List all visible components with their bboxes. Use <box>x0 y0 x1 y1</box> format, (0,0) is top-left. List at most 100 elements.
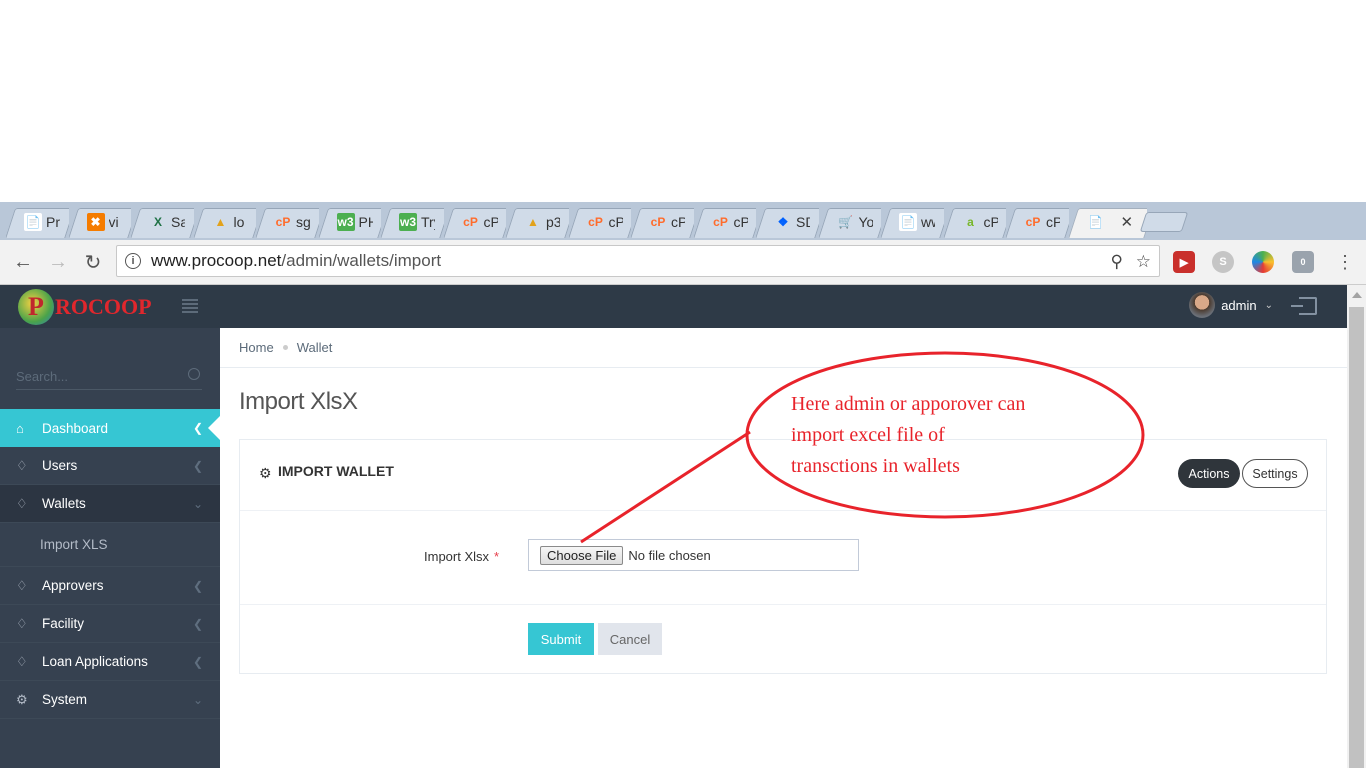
star-icon[interactable]: ☆ <box>1136 252 1151 272</box>
scroll-up-icon[interactable] <box>1352 292 1362 298</box>
tab-title: lo <box>233 214 245 230</box>
actions-button[interactable]: Actions <box>1178 459 1240 488</box>
sidebar-item-system[interactable]: ⚙ System ⌄ <box>0 681 220 719</box>
sidebar-item-approvers[interactable]: ♢ Approvers ❮ <box>0 567 220 605</box>
sidebar-item-loan-applications[interactable]: ♢ Loan Applications ❮ <box>0 643 220 681</box>
settings-button[interactable]: Settings <box>1242 459 1308 488</box>
app: P ROCOOP admin ⌄ Search... ⌂ Dashboard ❮ <box>0 285 1347 768</box>
browser-tab[interactable]: a cP <box>944 206 1007 238</box>
menu-toggle-icon[interactable] <box>182 299 198 313</box>
info-icon[interactable]: i <box>125 253 141 269</box>
extension-red-icon[interactable]: ▶ <box>1173 251 1195 273</box>
forward-icon[interactable]: → <box>45 250 71 274</box>
browser-tab[interactable]: cP sg <box>256 206 319 238</box>
form-row-import: Import Xlsx * Choose File No file chosen <box>240 511 1326 605</box>
portlet-title: IMPORT WALLET <box>278 463 394 479</box>
avatar <box>1189 292 1216 318</box>
cpanel-icon: cP <box>275 215 291 229</box>
vertical-scrollbar[interactable] <box>1347 285 1366 768</box>
portlet-header: ⚙ IMPORT WALLET Actions Settings <box>240 440 1326 511</box>
submit-button[interactable]: Submit <box>528 623 594 655</box>
browser-tab[interactable]: cP cP <box>444 206 507 238</box>
chevron-left-icon: ❮ <box>192 421 203 435</box>
browser-tab[interactable]: cP cP <box>569 206 632 238</box>
browser-tab[interactable]: w3 Try <box>381 206 444 238</box>
phpmyadmin-icon: ▲ <box>214 215 227 229</box>
browser-tab[interactable]: 📄ww <box>881 206 944 238</box>
annotation-line: import excel file of <box>791 424 945 446</box>
browser-tab[interactable]: cP cP <box>1006 206 1069 238</box>
sidebar-item-label: Dashboard <box>42 420 109 436</box>
back-icon[interactable]: ← <box>10 250 36 274</box>
user-menu[interactable]: admin ⌄ <box>1189 292 1273 318</box>
puzzle-icon[interactable]: 0 <box>1292 251 1314 273</box>
sidebar-item-dashboard[interactable]: ⌂ Dashboard ❮ <box>0 409 220 447</box>
chrome-extension-icon[interactable] <box>1252 251 1274 273</box>
cpanel-icon: cP <box>1025 215 1041 229</box>
gear-icon: ⚙ <box>16 691 28 707</box>
gear-icon: ⚙ <box>259 465 272 481</box>
tab-title: cP <box>671 214 685 230</box>
chevron-left-icon: ❮ <box>192 655 203 669</box>
w3schools-icon: w3 <box>399 213 417 231</box>
search-icon[interactable] <box>188 368 200 380</box>
tab-title: Sa <box>171 214 185 230</box>
zoom-icon[interactable]: ⚲ <box>1111 252 1123 272</box>
chevron-down-icon: ⌄ <box>1264 299 1273 311</box>
sidebar-item-label: Import XLS <box>40 537 108 552</box>
logo[interactable]: P ROCOOP <box>18 289 152 325</box>
browser-tab-active[interactable]: 📄 ✕ <box>1069 206 1147 238</box>
tab-title: p3 <box>546 214 560 230</box>
logo-mark: P <box>18 289 54 325</box>
browser-tab[interactable]: ▲ lo <box>194 206 257 238</box>
sidebar-item-label: Approvers <box>42 578 104 593</box>
cancel-button[interactable]: Cancel <box>598 623 662 655</box>
browser-tab[interactable]: X Sa <box>131 206 194 238</box>
browser-toolbar: ← → ↻ i www.procoop.net/admin/wallets/im… <box>0 240 1366 285</box>
skype-icon[interactable]: S <box>1212 251 1234 273</box>
sidebar-menu: ⌂ Dashboard ❮ ♢ Users ❮ ♢ Wallets ⌄ Impo… <box>0 409 220 719</box>
browser-tab[interactable]: w3PH <box>319 206 382 238</box>
screen: 📄Pr✖viXSa▲locPsgw3PHw3TrycPcP▲p3cPcPcPcP… <box>0 0 1366 768</box>
menu-kebab-icon[interactable]: ⋮ <box>1332 250 1358 274</box>
file-input[interactable]: Choose File No file chosen <box>528 539 859 571</box>
chevron-left-icon: ❮ <box>192 617 203 631</box>
document-icon: 📄 <box>899 213 917 231</box>
logout-icon[interactable] <box>1291 297 1317 315</box>
tab-title: cP <box>1046 214 1060 230</box>
sidebar: Search... ⌂ Dashboard ❮ ♢ Users ❮ ♢ Wall… <box>0 328 220 768</box>
user-name: admin <box>1221 297 1257 313</box>
browser-tab[interactable]: cP cP <box>694 206 757 238</box>
sidebar-item-wallets[interactable]: ♢ Wallets ⌄ <box>0 485 220 523</box>
browser-tab[interactable]: ✖ vi <box>69 206 132 238</box>
sidebar-item-facility[interactable]: ♢ Facility ❮ <box>0 605 220 643</box>
diamond-icon: ♢ <box>16 653 28 669</box>
browser-tab[interactable]: 📄 Pr <box>6 206 69 238</box>
breadcrumb-separator <box>282 345 288 350</box>
new-tab-button[interactable] <box>1139 212 1189 232</box>
tab-title: PH <box>358 214 373 230</box>
browser-tab[interactable]: ❖ SD <box>756 206 819 238</box>
browser-tab[interactable]: 🛒 Yo <box>819 206 882 238</box>
browser-tab[interactable]: cP cP <box>631 206 694 238</box>
tab-title: cP <box>733 214 748 230</box>
annotation-line: transctions in wallets <box>791 455 960 477</box>
scrollbar-thumb[interactable] <box>1349 307 1364 768</box>
breadcrumb-home-link[interactable]: Home <box>239 340 274 355</box>
sidebar-item-label: Wallets <box>42 496 86 511</box>
choose-file-button[interactable]: Choose File <box>540 545 624 565</box>
cpanel-icon: cP <box>713 215 728 229</box>
browser-tab[interactable]: ▲ p3 <box>506 206 569 238</box>
address-bar[interactable]: i www.procoop.net/admin/wallets/import ⚲… <box>116 245 1160 277</box>
extension-badge: 0 <box>1300 257 1306 267</box>
sidebar-item-users[interactable]: ♢ Users ❮ <box>0 447 220 485</box>
sidebar-subitem-import-xls[interactable]: Import XLS <box>0 523 220 567</box>
diamond-icon: ♢ <box>16 577 28 593</box>
sidebar-search-input[interactable]: Search... <box>16 362 202 390</box>
close-tab-icon[interactable]: ✕ <box>1121 213 1134 231</box>
url-text[interactable]: www.procoop.net/admin/wallets/import <box>151 251 441 271</box>
reload-icon[interactable]: ↻ <box>80 250 106 274</box>
logo-text: ROCOOP <box>55 294 152 319</box>
tab-title: ww <box>921 214 935 230</box>
breadcrumb-wallet-link[interactable]: Wallet <box>297 340 333 355</box>
